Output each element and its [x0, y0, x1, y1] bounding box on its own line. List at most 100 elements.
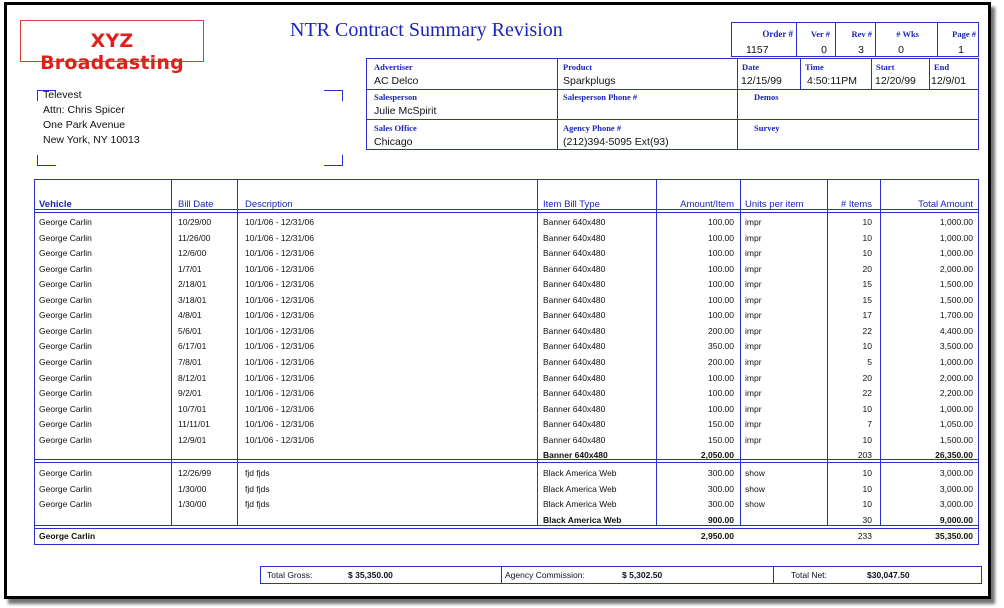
- subtotal-row-amount-item: 900.00: [708, 514, 734, 525]
- table-row-units-per-item: show: [745, 483, 765, 494]
- table-row-amount-item: 100.00: [708, 388, 734, 399]
- table-row-amount-item: 200.00: [708, 356, 734, 367]
- table-row-item-bill-type: Banner 640x480: [543, 388, 606, 399]
- total-gross-value: $ 35,350.00: [348, 570, 393, 580]
- table-row-units-per-item: impr: [745, 419, 762, 430]
- subtotal-row-item-count: 30: [862, 514, 872, 525]
- table-row-bill-date: 3/18/01: [178, 294, 207, 305]
- weeks-value: 0: [898, 44, 904, 56]
- table-row-total-amount: 2,000.00: [939, 263, 973, 274]
- table-row-description: 10/1/06 - 12/31/06: [245, 341, 315, 352]
- table-row-total-amount: 1,700.00: [939, 310, 973, 321]
- table-row-item-bill-type: Black America Web: [543, 499, 617, 510]
- table-row-units-per-item: show: [745, 499, 765, 510]
- table-row-vehicle: George Carlin: [39, 341, 92, 352]
- table-row-total-amount: 2,200.00: [939, 388, 973, 399]
- table-row-units-per-item: impr: [745, 263, 762, 274]
- table-row-description: 10/1/06 - 12/31/06: [245, 388, 315, 399]
- table-row-amount-item: 100.00: [708, 217, 734, 227]
- product-label: Product: [563, 62, 593, 72]
- table-row-item-bill-type: Black America Web: [543, 468, 617, 478]
- table-row-amount-item: 150.00: [708, 434, 734, 445]
- table-row-total-amount: 3,000.00: [939, 468, 973, 478]
- table-row-units-per-item: impr: [745, 232, 762, 243]
- grand-total-row-total-amount: 35,350.00: [935, 531, 973, 541]
- date-label: Date: [742, 62, 759, 72]
- table-row-amount-item: 300.00: [708, 483, 734, 494]
- address-line-3: One Park Avenue: [43, 119, 126, 131]
- table-row-item-count: 5: [867, 356, 872, 367]
- table-row-vehicle: George Carlin: [39, 499, 92, 510]
- version-value: 0: [821, 44, 827, 56]
- table-row-vehicle: George Carlin: [39, 217, 92, 227]
- grand-total-row-vehicle: George Carlin: [39, 531, 96, 541]
- table-row-item-count: 20: [862, 372, 872, 383]
- page-number-value: 1: [958, 44, 964, 56]
- table-row-amount-item: 100.00: [708, 372, 734, 383]
- table-row-item-bill-type: Banner 640x480: [543, 263, 606, 274]
- table-row-item-count: 10: [862, 248, 872, 259]
- address-line-2: Attn: Chris Spicer: [43, 104, 125, 116]
- table-row-amount-item: 100.00: [708, 279, 734, 290]
- table-row-item-bill-type: Banner 640x480: [543, 217, 606, 227]
- table-row-item-count: 22: [862, 388, 872, 399]
- advertiser-label: Advertiser: [374, 62, 413, 72]
- table-row-total-amount: 2,000.00: [939, 372, 973, 383]
- table-row-units-per-item: impr: [745, 341, 762, 352]
- table-row-item-count: 22: [862, 325, 872, 336]
- table-row-amount-item: 300.00: [708, 468, 734, 478]
- table-row-description: 10/1/06 - 12/31/06: [245, 263, 315, 274]
- totals-bar: Total Gross: $ 35,350.00 Agency Commissi…: [260, 566, 982, 584]
- column-header-item-count: # Items: [840, 199, 872, 210]
- table-row-units-per-item: impr: [745, 294, 762, 305]
- table-row-total-amount: 3,000.00: [939, 499, 973, 510]
- table-row-vehicle: George Carlin: [39, 483, 92, 494]
- table-row-bill-date: 11/11/01: [178, 419, 210, 430]
- end-label: End: [934, 62, 950, 72]
- table-row-vehicle: George Carlin: [39, 434, 92, 445]
- table-row-amount-item: 300.00: [708, 499, 734, 510]
- table-row-bill-date: 12/26/99: [178, 468, 212, 478]
- table-row-description: 10/1/06 - 12/31/06: [245, 232, 315, 243]
- table-row-item-bill-type: Banner 640x480: [543, 372, 606, 383]
- table-row-bill-date: 12/9/01: [178, 434, 207, 445]
- table-row-item-count: 10: [862, 483, 872, 494]
- product-value: Sparkplugs: [563, 75, 616, 87]
- table-row-bill-date: 5/6/01: [178, 325, 202, 336]
- table-row-description: 10/1/06 - 12/31/06: [245, 310, 315, 321]
- table-row-item-bill-type: Banner 640x480: [543, 434, 606, 445]
- total-gross-label: Total Gross:: [267, 570, 313, 580]
- table-row-item-count: 15: [862, 279, 872, 290]
- start-value: 12/20/99: [875, 75, 916, 87]
- table-row-amount-item: 100.00: [708, 310, 734, 321]
- demos-label: Demos: [754, 92, 779, 102]
- revision-label: Rev #: [851, 29, 872, 39]
- time-value: 4:50:11PM: [807, 75, 858, 87]
- table-row-item-bill-type: Banner 640x480: [543, 232, 606, 243]
- contract-details-box: Advertiser AC Delco Product Sparkplugs D…: [366, 58, 979, 150]
- version-label: Ver #: [810, 29, 830, 39]
- table-row-description: 10/1/06 - 12/31/06: [245, 419, 315, 430]
- table-row-item-bill-type: Banner 640x480: [543, 325, 606, 336]
- table-row-description: 10/1/06 - 12/31/06: [245, 403, 315, 414]
- table-row-item-bill-type: Banner 640x480: [543, 403, 606, 414]
- table-row-description: fjd fjds: [245, 499, 270, 510]
- table-row-total-amount: 3,000.00: [939, 483, 973, 494]
- logo-text: XYZ Broadcasting: [40, 30, 184, 74]
- table-row-total-amount: 1,000.00: [939, 217, 973, 227]
- table-row-item-bill-type: Banner 640x480: [543, 419, 606, 430]
- table-row-bill-date: 10/7/01: [178, 403, 207, 414]
- table-row-amount-item: 200.00: [708, 325, 734, 336]
- table-row-description: 10/1/06 - 12/31/06: [245, 434, 315, 445]
- table-row-item-count: 10: [862, 341, 872, 352]
- table-row-bill-date: 8/12/01: [178, 372, 207, 383]
- table-row-item-count: 10: [862, 403, 872, 414]
- agency-phone-label: Agency Phone #: [563, 123, 622, 133]
- table-row-item-bill-type: Banner 640x480: [543, 279, 606, 290]
- table-row-amount-item: 150.00: [708, 419, 734, 430]
- line-items-table: Vehicle Bill Date Description Item Bill …: [34, 179, 979, 545]
- table-row-vehicle: George Carlin: [39, 248, 92, 259]
- sales-office-value: Chicago: [374, 136, 413, 148]
- table-row-bill-date: 9/2/01: [178, 388, 202, 399]
- table-row-total-amount: 3,500.00: [939, 341, 973, 352]
